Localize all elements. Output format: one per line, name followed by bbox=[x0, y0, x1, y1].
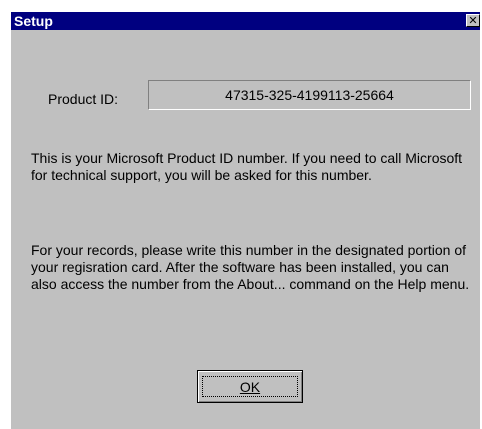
window-title: Setup bbox=[14, 13, 53, 29]
close-icon: ✕ bbox=[468, 15, 478, 27]
records-info-text: For your records, please write this numb… bbox=[31, 242, 470, 292]
ok-button[interactable]: OK bbox=[197, 370, 303, 403]
title-bar[interactable]: Setup ✕ bbox=[11, 12, 480, 30]
close-button[interactable]: ✕ bbox=[466, 14, 480, 27]
product-id-field: 47315-325-4199113-25664 bbox=[148, 80, 471, 110]
ok-button-label: OK bbox=[239, 379, 261, 395]
setup-dialog: Setup ✕ Product ID: 47315-325-4199113-25… bbox=[11, 12, 480, 429]
product-id-info-text: This is your Microsoft Product ID number… bbox=[31, 150, 463, 183]
focus-rectangle: OK bbox=[202, 376, 298, 397]
product-id-label: Product ID: bbox=[48, 91, 119, 107]
